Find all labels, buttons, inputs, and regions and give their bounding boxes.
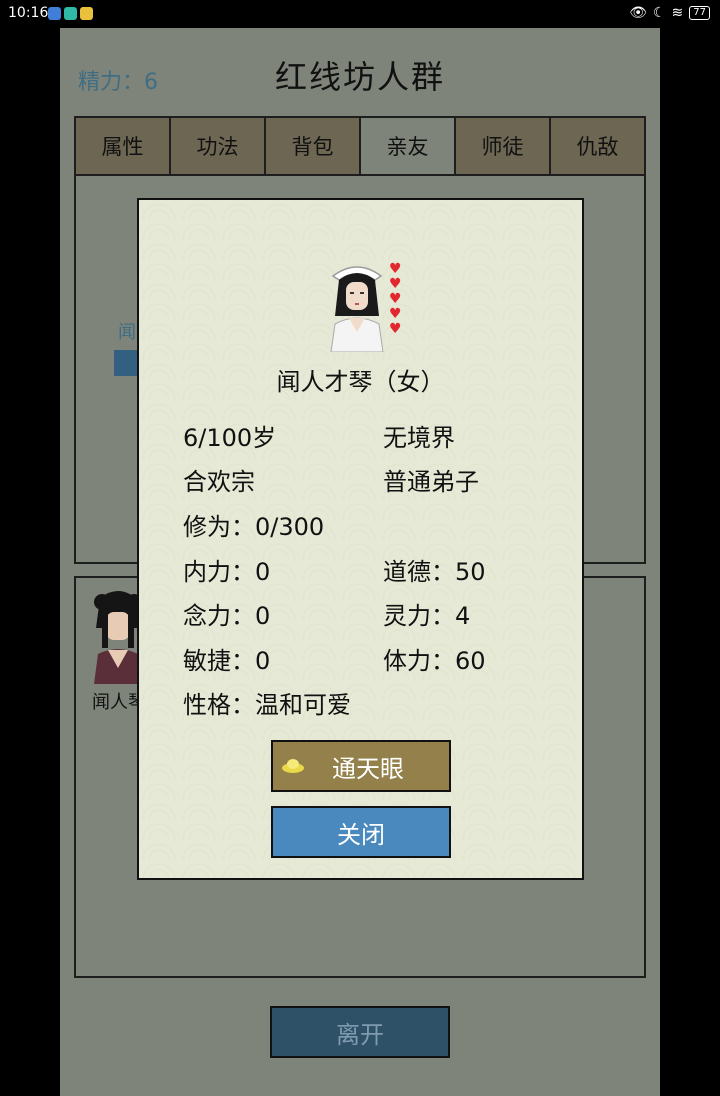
moon-icon: ☾ xyxy=(652,5,666,21)
tab-bar: 属性 功法 背包 亲友 师徒 仇敌 xyxy=(74,116,646,176)
cultivation-value: 修为：0/300 xyxy=(183,513,325,541)
affection-hearts: ♥ ♥ ♥ ♥ ♥ xyxy=(389,262,407,336)
clock: 10:16 xyxy=(8,5,49,21)
tab-bag[interactable]: 背包 xyxy=(266,118,361,174)
heaven-eye-label: 通天眼 xyxy=(332,754,404,783)
personality-value: 性格：温和可爱 xyxy=(183,691,351,719)
status-bar: 10:16 👁 ☾ ≋ 77 xyxy=(0,0,720,28)
gold-ingot-icon xyxy=(282,759,304,773)
heart-icon: ♥ xyxy=(389,261,402,277)
rank-value: 普通弟子 xyxy=(383,468,479,496)
sect-value: 合欢宗 xyxy=(183,468,255,496)
tab-enemies[interactable]: 仇敌 xyxy=(551,118,644,174)
tab-master-disciple[interactable]: 师徒 xyxy=(456,118,551,174)
npc-label-partial: 闻 xyxy=(118,322,136,343)
morality-value: 道德：50 xyxy=(383,558,486,586)
heart-icon: ♥ xyxy=(389,306,402,322)
app-notification-icon xyxy=(64,7,77,20)
heart-icon: ♥ xyxy=(389,321,402,337)
character-info-dialog: ♥ ♥ ♥ ♥ ♥ 闻人才琴（女） 6/100岁 无境界 合欢宗 普通弟子 修为… xyxy=(137,198,584,880)
eye-comfort-icon: 👁 xyxy=(629,5,647,21)
tab-skills[interactable]: 功法 xyxy=(171,118,266,174)
heart-icon: ♥ xyxy=(389,276,402,292)
mind-power-value: 念力：0 xyxy=(183,602,271,630)
character-portrait xyxy=(330,266,384,352)
character-name: 闻人才琴（女） xyxy=(276,368,445,396)
wifi-icon: ≋ xyxy=(671,5,684,21)
message-notification-icon xyxy=(48,7,61,20)
heart-icon: ♥ xyxy=(389,291,402,307)
agility-value: 敏捷：0 xyxy=(183,647,271,675)
page-title: 红线坊人群 xyxy=(274,58,445,96)
tab-friends[interactable]: 亲友 xyxy=(361,118,456,174)
spirit-power-value: 灵力：4 xyxy=(383,602,471,630)
battery-icon: 77 xyxy=(689,6,710,20)
realm-value: 无境界 xyxy=(383,424,455,452)
npc-action-button-partial[interactable] xyxy=(114,350,138,376)
leave-button[interactable]: 离开 xyxy=(270,1006,450,1058)
age-value: 6/100岁 xyxy=(183,424,277,452)
close-button[interactable]: 关闭 xyxy=(271,806,451,858)
tab-attributes[interactable]: 属性 xyxy=(76,118,171,174)
note-notification-icon xyxy=(80,7,93,20)
heaven-eye-button[interactable]: 通天眼 xyxy=(271,740,451,792)
stamina-value: 体力：60 xyxy=(383,647,486,675)
inner-power-value: 内力：0 xyxy=(183,558,271,586)
